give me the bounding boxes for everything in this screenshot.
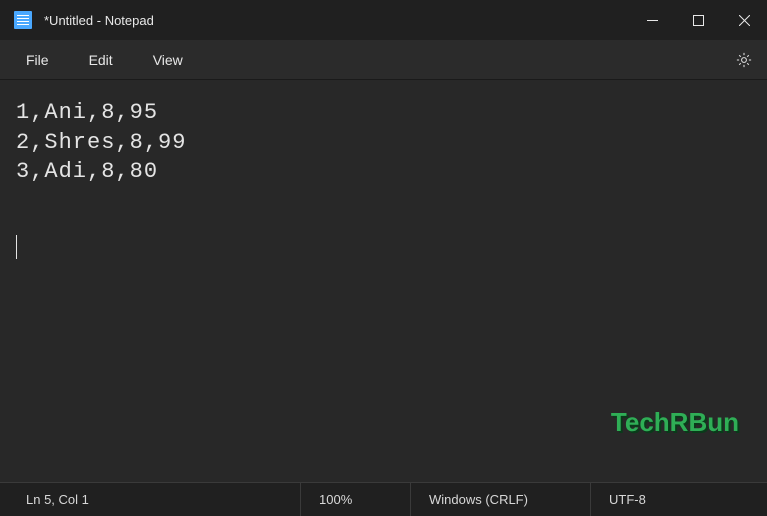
notepad-app-icon bbox=[14, 11, 32, 29]
menubar: File Edit View bbox=[0, 40, 767, 80]
status-line-endings: Windows (CRLF) bbox=[410, 483, 590, 516]
menu-file[interactable]: File bbox=[16, 46, 59, 74]
close-button[interactable] bbox=[721, 0, 767, 40]
editor-line: 3,Adi,8,80 bbox=[16, 159, 158, 184]
status-encoding: UTF-8 bbox=[590, 483, 767, 516]
close-icon bbox=[739, 15, 750, 26]
status-zoom[interactable]: 100% bbox=[300, 483, 410, 516]
titlebar[interactable]: *Untitled - Notepad bbox=[0, 0, 767, 40]
statusbar: Ln 5, Col 1 100% Windows (CRLF) UTF-8 bbox=[0, 482, 767, 516]
minimize-icon bbox=[647, 15, 658, 26]
editor-line: 2,Shres,8,99 bbox=[16, 130, 186, 155]
window-controls bbox=[629, 0, 767, 40]
watermark-text: TechRBun bbox=[611, 405, 739, 440]
maximize-icon bbox=[693, 15, 704, 26]
editor-line: 1,Ani,8,95 bbox=[16, 100, 158, 125]
maximize-button[interactable] bbox=[675, 0, 721, 40]
menu-edit[interactable]: Edit bbox=[79, 46, 123, 74]
window-title: *Untitled - Notepad bbox=[44, 13, 154, 28]
gear-icon bbox=[735, 51, 753, 69]
text-editor[interactable]: 1,Ani,8,95 2,Shres,8,99 3,Adi,8,80 TechR… bbox=[0, 80, 767, 482]
menu-view[interactable]: View bbox=[143, 46, 193, 74]
notepad-window: *Untitled - Notepad File Edit View 1,A bbox=[0, 0, 767, 516]
minimize-button[interactable] bbox=[629, 0, 675, 40]
text-caret bbox=[16, 235, 17, 259]
status-cursor-position: Ln 5, Col 1 bbox=[0, 483, 300, 516]
settings-button[interactable] bbox=[727, 43, 761, 77]
